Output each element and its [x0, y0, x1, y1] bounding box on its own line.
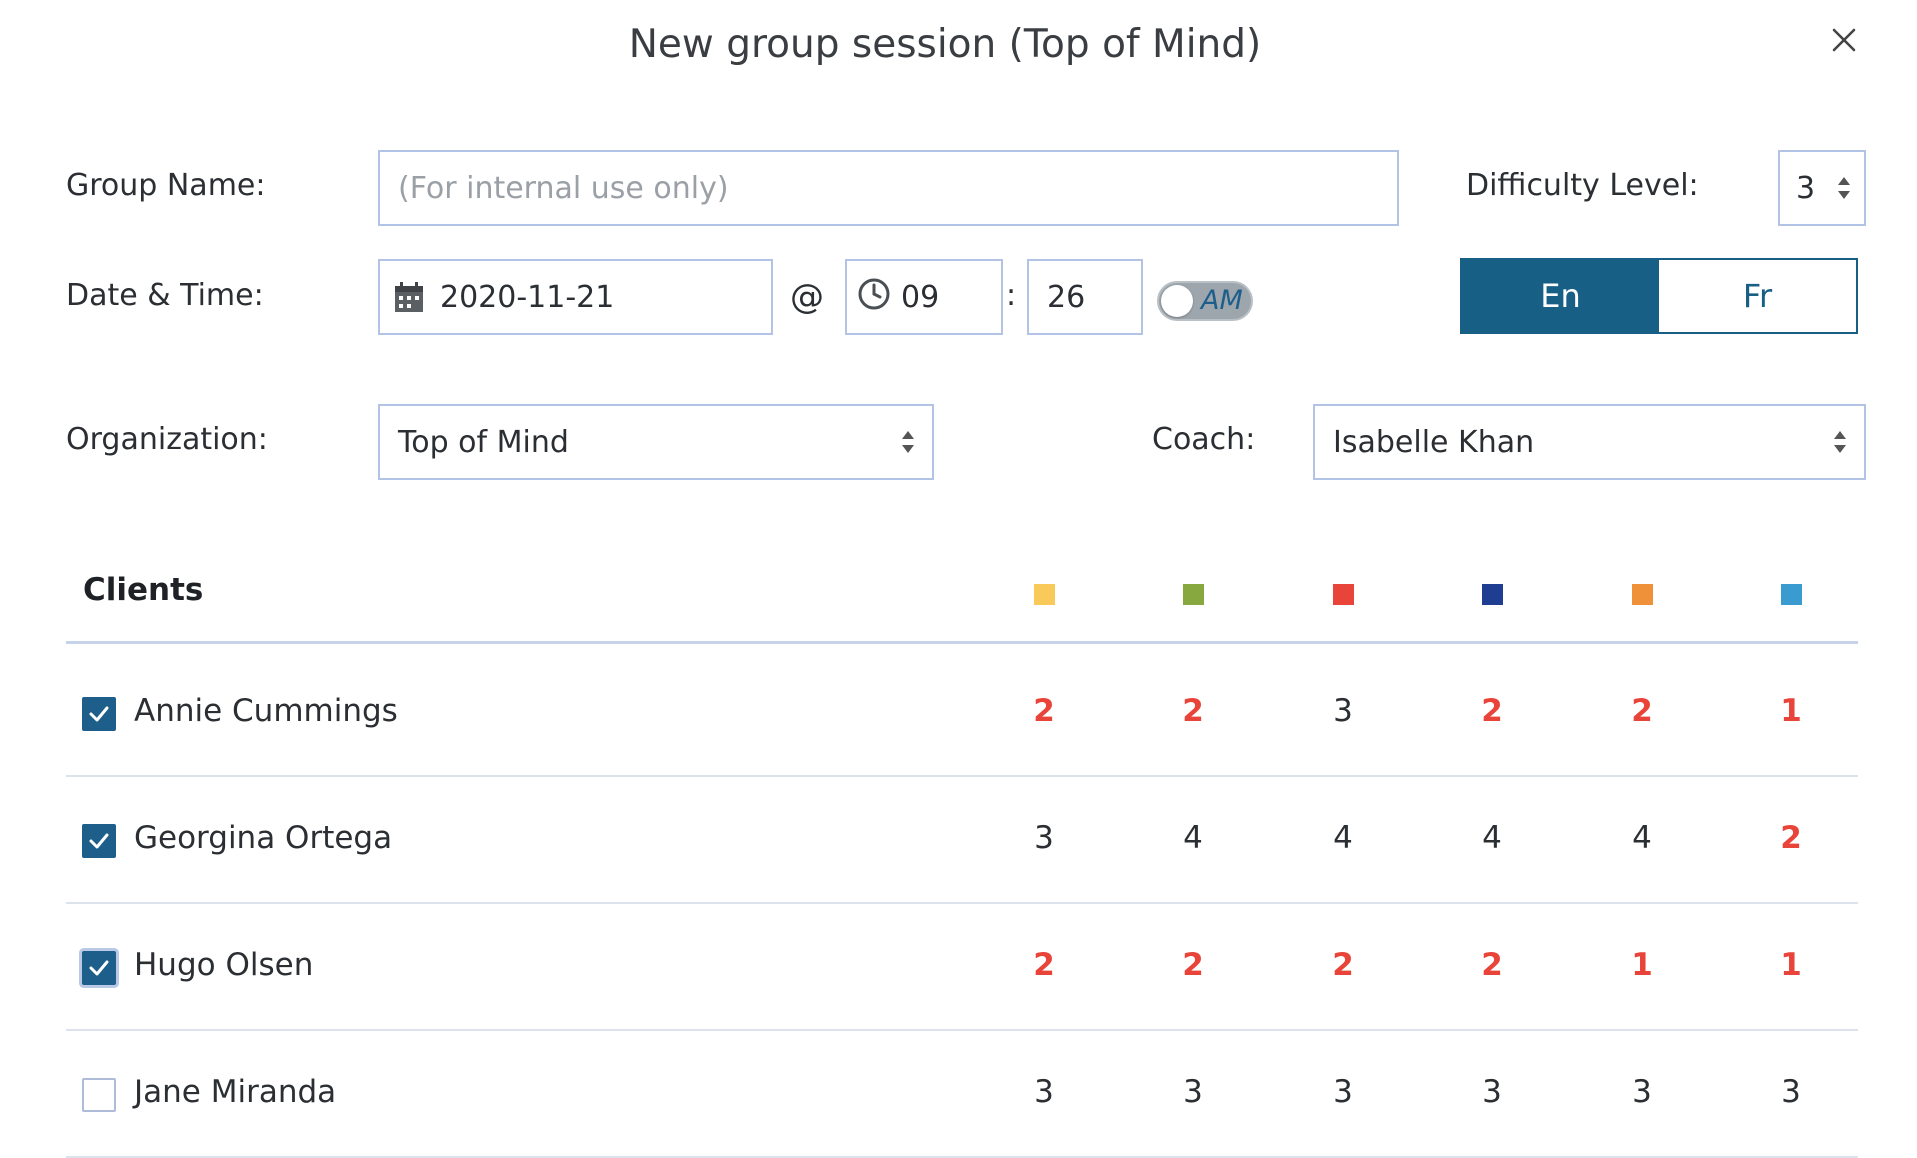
client-score-cell: 2	[1481, 947, 1503, 983]
client-row: Jane Miranda 3 3 3 3 3 3	[66, 1030, 1858, 1156]
language-en-button[interactable]: En	[1462, 260, 1659, 332]
minute-value: 26	[1047, 279, 1086, 315]
toggle-knob	[1161, 285, 1193, 317]
category-swatch-3	[1333, 584, 1354, 605]
client-score-cell: 2	[1631, 693, 1653, 729]
select-arrows-icon	[1834, 431, 1846, 453]
close-icon[interactable]	[1826, 22, 1862, 58]
minute-field[interactable]: 26	[1027, 259, 1143, 335]
client-score-cell: 3	[1333, 1074, 1353, 1110]
category-swatch-4	[1482, 584, 1503, 605]
checkmark-icon	[89, 960, 109, 976]
client-score-cell: 2	[1033, 947, 1055, 983]
organization-value: Top of Mind	[398, 424, 569, 460]
coach-select[interactable]: Isabelle Khan	[1313, 404, 1866, 480]
client-name: Annie Cummings	[134, 693, 398, 729]
client-score-cell: 1	[1780, 693, 1802, 729]
organization-select[interactable]: Top of Mind	[378, 404, 934, 480]
time-separator: :	[1006, 278, 1017, 313]
client-name: Hugo Olsen	[134, 947, 314, 983]
client-score-cell: 2	[1182, 693, 1204, 729]
client-score-cell: 4	[1632, 820, 1652, 856]
category-swatch-5	[1632, 584, 1653, 605]
group-name-input[interactable]: (For internal use only)	[378, 150, 1399, 226]
client-checkbox[interactable]	[82, 824, 116, 858]
client-score-cell: 3	[1482, 1074, 1502, 1110]
group-name-placeholder: (For internal use only)	[398, 170, 729, 206]
clients-header: Clients	[83, 572, 204, 608]
am-pm-label: AM	[1201, 285, 1243, 316]
language-switch: En Fr	[1460, 258, 1858, 334]
client-score-cell: 2	[1182, 947, 1204, 983]
table-header-divider	[66, 641, 1858, 644]
modal-title: New group session (Top of Mind)	[628, 22, 1262, 67]
client-score-cell: 3	[1333, 693, 1353, 729]
difficulty-level-label: Difficulty Level:	[1466, 168, 1699, 203]
hour-field[interactable]: 09	[845, 259, 1003, 335]
client-score-cell: 2	[1481, 693, 1503, 729]
language-fr-button[interactable]: Fr	[1659, 260, 1856, 332]
client-score-cell: 3	[1034, 820, 1054, 856]
checkmark-icon	[89, 833, 109, 849]
client-row: Hugo Olsen 2 2 2 2 1 1	[66, 903, 1858, 1029]
organization-label: Organization:	[66, 422, 268, 457]
client-row: Annie Cummings 2 2 3 2 2 1	[66, 649, 1858, 775]
client-score-cell: 2	[1332, 947, 1354, 983]
client-score-cell: 1	[1780, 947, 1802, 983]
group-name-label: Group Name:	[66, 168, 266, 203]
client-name: Georgina Ortega	[134, 820, 393, 856]
client-name: Jane Miranda	[134, 1074, 337, 1110]
client-score-cell: 3	[1183, 1074, 1203, 1110]
category-swatch-6	[1781, 584, 1802, 605]
client-score-cell: 2	[1780, 820, 1802, 856]
am-pm-toggle[interactable]: AM	[1157, 281, 1253, 321]
date-field[interactable]: 2020-11-21	[378, 259, 773, 335]
client-checkbox[interactable]	[82, 697, 116, 731]
category-swatch-2	[1183, 584, 1204, 605]
client-score-cell: 3	[1034, 1074, 1054, 1110]
client-score-cell: 2	[1033, 693, 1055, 729]
client-row: Georgina Ortega 3 4 4 4 4 2	[66, 776, 1858, 902]
coach-value: Isabelle Khan	[1333, 424, 1535, 460]
client-checkbox[interactable]	[82, 951, 116, 985]
at-symbol: @	[790, 277, 824, 317]
difficulty-level-value: 3	[1796, 170, 1816, 206]
clock-icon	[858, 278, 890, 310]
client-score-cell: 3	[1781, 1074, 1801, 1110]
checkmark-icon	[89, 706, 109, 722]
calendar-icon	[395, 282, 423, 312]
category-swatch-1	[1034, 584, 1055, 605]
date-value: 2020-11-21	[440, 279, 615, 315]
client-score-cell: 1	[1631, 947, 1653, 983]
select-arrows-icon	[1838, 177, 1850, 199]
date-time-label: Date & Time:	[66, 278, 264, 313]
client-score-cell: 4	[1333, 820, 1353, 856]
client-score-cell: 3	[1632, 1074, 1652, 1110]
client-checkbox[interactable]	[82, 1078, 116, 1112]
select-arrows-icon	[902, 431, 914, 453]
hour-value: 09	[901, 279, 940, 315]
coach-label: Coach:	[1152, 422, 1256, 457]
difficulty-level-select[interactable]: 3	[1778, 150, 1866, 226]
client-score-cell: 4	[1482, 820, 1502, 856]
client-score-cell: 4	[1183, 820, 1203, 856]
